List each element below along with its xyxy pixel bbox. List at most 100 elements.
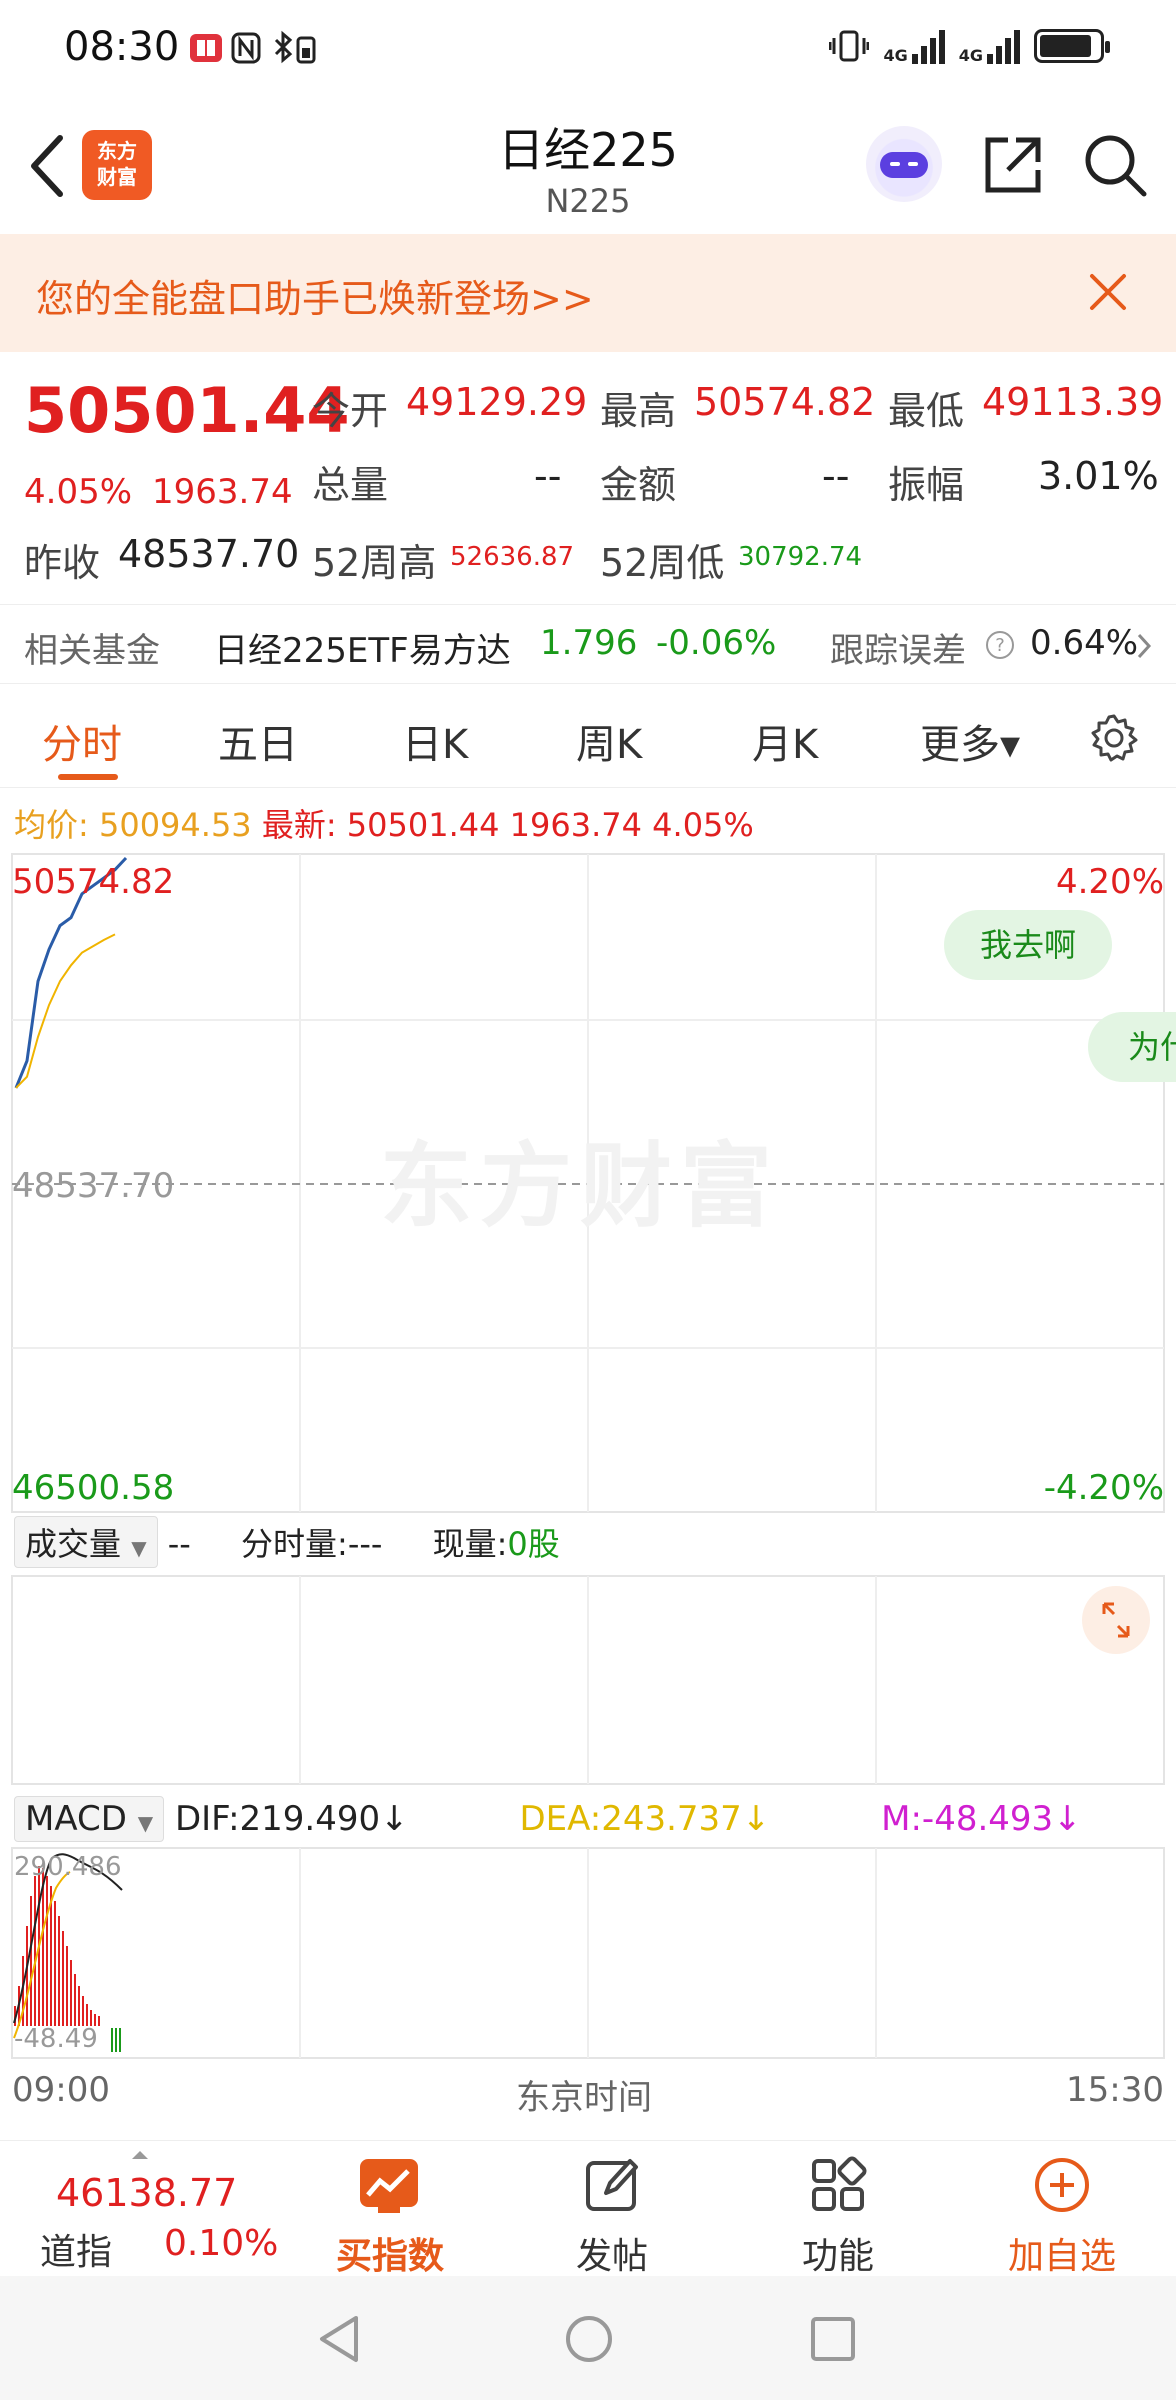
- low-value: 49113.39: [982, 380, 1164, 424]
- amplitude-label: 振幅: [888, 463, 965, 507]
- price-low-label: 46500.58: [12, 1468, 175, 1508]
- time-axis: 09:00 东京时间 15:30: [0, 2066, 1176, 2120]
- add-watchlist-button[interactable]: 加自选: [982, 2141, 1142, 2277]
- fund-price: 1.796: [540, 623, 638, 663]
- expand-icon: [1102, 1602, 1130, 1638]
- avg-value: 50094.53: [98, 806, 252, 844]
- amplitude-value: 3.01%: [1038, 454, 1159, 498]
- dow-ticker[interactable]: 46138.77 道指 0.10%: [30, 2141, 290, 2277]
- macd-bar: [66, 1946, 68, 2026]
- cell-signal-2-icon: 4G: [959, 28, 1020, 64]
- expand-button[interactable]: [1082, 1586, 1150, 1654]
- volume-value: --: [534, 454, 562, 498]
- tab-more[interactable]: 更多▾: [920, 712, 1020, 770]
- volume-info-line: 成交量 ▼ -- 分时量:--- 现量:0股: [14, 1516, 560, 1568]
- volume-label: 总量: [312, 463, 389, 507]
- macd-m: M:-48.493↓: [881, 1799, 1082, 1839]
- system-back-icon[interactable]: [316, 2314, 364, 2364]
- macd-bar: [30, 1896, 32, 2026]
- macd-bar: [82, 1996, 84, 2026]
- macd-bar: [86, 2004, 88, 2026]
- macd-dea: DEA:243.737↓: [519, 1799, 771, 1839]
- related-fund-row[interactable]: 相关基金 日经225ETF易方达 1.796 -0.06% 跟踪误差 ? 0.6…: [0, 604, 1176, 684]
- cell-signal-1-icon: 4G: [883, 28, 945, 64]
- week52-low-label: 52周低: [600, 541, 725, 585]
- tab-five-day[interactable]: 五日: [218, 712, 298, 770]
- system-home-icon[interactable]: [564, 2314, 614, 2364]
- search-icon[interactable]: [1080, 130, 1150, 200]
- comment-bubble-partial[interactable]: 为什: [1088, 1012, 1176, 1082]
- tab-intraday[interactable]: 分时: [42, 712, 122, 770]
- banner-text[interactable]: 您的全能盘口助手已焕新登场>>: [36, 268, 594, 323]
- system-nav-bar: [0, 2276, 1176, 2400]
- current-price: 50501.44: [24, 374, 350, 447]
- status-bar: 08:30 4G 4G: [0, 0, 1176, 100]
- fund-label: 相关基金: [24, 631, 160, 671]
- tab-daily-k[interactable]: 日K: [402, 712, 468, 770]
- latest-label: 最新:: [261, 806, 337, 844]
- avg-label: 均价:: [14, 806, 89, 844]
- macd-bar: [46, 1876, 48, 2026]
- tracking-error-label: 跟踪误差: [830, 631, 966, 671]
- macd-top-label: 290.486: [14, 1852, 122, 1882]
- macd-bottom-label: -48.49: [14, 2024, 98, 2054]
- battery-icon: [1034, 29, 1110, 63]
- week52-high-label: 52周高: [312, 541, 437, 585]
- trend-chart-icon: [360, 2159, 418, 2213]
- pct-high-label: 4.20%: [1055, 862, 1164, 902]
- post-button[interactable]: 发帖: [532, 2141, 692, 2277]
- time-start: 09:00: [12, 2070, 110, 2110]
- change-percent: 4.05%: [24, 472, 133, 512]
- high-value: 50574.82: [694, 380, 876, 424]
- status-time: 08:30: [64, 24, 180, 70]
- buy-index-button[interactable]: 买指数: [310, 2141, 470, 2277]
- price-mid-label: 48537.70: [12, 1166, 175, 1206]
- price-high-label: 50574.82: [12, 862, 175, 902]
- quote-panel: 50501.44 4.05% 1963.74 今开 49129.29 最高 50…: [0, 352, 1176, 600]
- tick-volume-label: 分时量:: [241, 1525, 348, 1563]
- gear-icon[interactable]: [1088, 712, 1140, 764]
- svg-text:?: ?: [995, 635, 1005, 656]
- fund-name[interactable]: 日经225ETF易方达: [214, 623, 511, 672]
- tick-volume-value: ---: [347, 1525, 383, 1563]
- open-value: 49129.29: [406, 380, 588, 424]
- functions-button[interactable]: 功能: [758, 2141, 918, 2277]
- volume-dash: --: [167, 1525, 191, 1563]
- macd-dropdown[interactable]: MACD ▼: [14, 1796, 165, 1842]
- close-icon[interactable]: [1080, 264, 1136, 320]
- macd-bar: [62, 1931, 64, 2026]
- assistant-robot-icon[interactable]: [866, 126, 942, 202]
- macd-info-line: MACD ▼ DIF:219.490↓ DEA:243.737↓ M:-48.4…: [14, 1796, 1082, 1842]
- amount-value: --: [822, 454, 850, 498]
- share-icon[interactable]: [978, 130, 1048, 200]
- tracking-error-value: 0.64%: [1030, 623, 1139, 663]
- tab-monthly-k[interactable]: 月K: [752, 712, 818, 770]
- high-label: 最高: [600, 389, 677, 433]
- low-label: 最低: [888, 389, 965, 433]
- volume-dropdown[interactable]: 成交量 ▼: [14, 1516, 158, 1568]
- chevron-right-icon[interactable]: [1134, 631, 1154, 661]
- time-end: 15:30: [1066, 2070, 1164, 2110]
- system-recents-icon[interactable]: [808, 2314, 858, 2364]
- week52-low-value: 30792.74: [738, 542, 863, 572]
- comment-bubble[interactable]: 我去啊: [944, 910, 1113, 980]
- macd-bar: [34, 1876, 36, 2026]
- latest-value: 50501.44: [346, 806, 500, 844]
- avg-price-line: [15, 933, 116, 1089]
- header: 东方 财富 日经225 N225: [0, 100, 1176, 232]
- bottom-nav: 46138.77 道指 0.10% 买指数 发帖 功能 加自选: [0, 2140, 1176, 2277]
- macd-dif: DIF:219.490: [174, 1799, 381, 1839]
- tab-weekly-k[interactable]: 周K: [576, 712, 642, 770]
- current-volume-label: 现量:: [432, 1525, 508, 1563]
- macd-bar: [78, 1986, 80, 2026]
- macd-bar: [58, 1916, 60, 2026]
- latest-pct: 4.05%: [652, 806, 754, 844]
- macd-bar: [98, 2016, 100, 2026]
- promo-banner[interactable]: 您的全能盘口助手已焕新登场>>: [0, 234, 1176, 352]
- add-circle-icon: [1035, 2158, 1089, 2212]
- help-icon[interactable]: ?: [984, 629, 1016, 661]
- period-tabs: 分时 五日 日K 周K 月K 更多▾: [0, 692, 1176, 788]
- edit-icon: [586, 2159, 638, 2211]
- prev-close-value: 48537.70: [118, 532, 300, 576]
- time-zone-label: 东京时间: [516, 2078, 652, 2118]
